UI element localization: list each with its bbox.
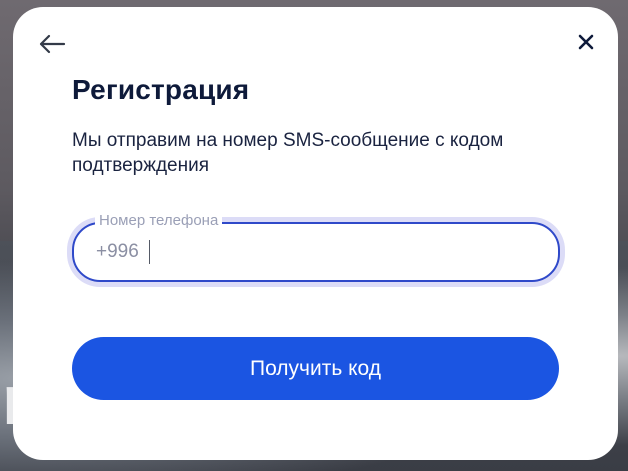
arrow-left-icon [39, 34, 66, 54]
back-button[interactable] [37, 33, 67, 55]
text-caret [149, 240, 150, 264]
close-icon [578, 34, 594, 50]
phone-field-label: Номер телефона [95, 212, 223, 229]
phone-field[interactable]: Номер телефона [72, 212, 560, 282]
dialog-title: Регистрация [72, 74, 250, 105]
dialog-description: Мы отправим на номер SMS-сообщение с код… [72, 130, 504, 176]
get-code-button[interactable]: Получить код [72, 337, 559, 400]
phone-input[interactable] [96, 238, 396, 266]
registration-dialog: Регистрация Мы отправим на номер SMS-соо… [13, 7, 618, 460]
close-button[interactable] [576, 32, 596, 52]
